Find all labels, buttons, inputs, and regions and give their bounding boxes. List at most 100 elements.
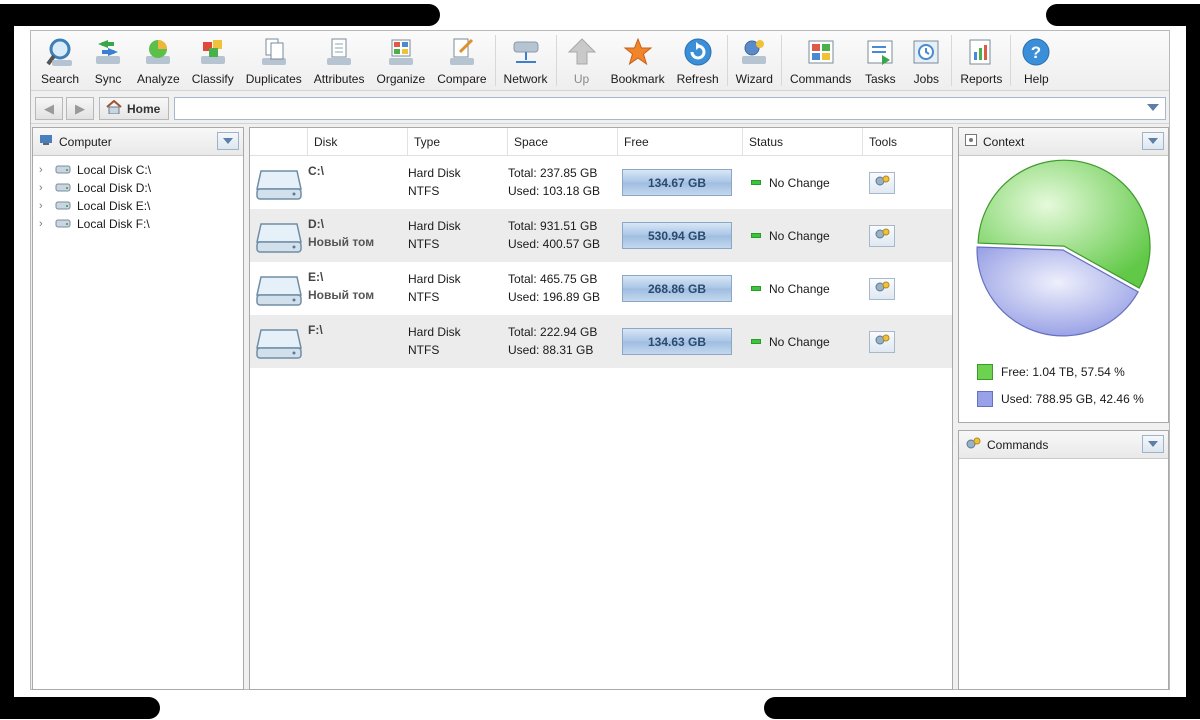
- help-button[interactable]: ? Help: [1013, 31, 1059, 90]
- organize-button[interactable]: Organize: [370, 31, 431, 90]
- back-button[interactable]: ◀: [35, 97, 63, 120]
- space-total: Total: 931.51 GB: [508, 219, 598, 233]
- star-icon: [621, 35, 655, 69]
- compare-button[interactable]: Compare: [431, 31, 492, 90]
- gears-icon: [874, 333, 890, 350]
- attributes-button[interactable]: Attributes: [308, 31, 371, 90]
- analyze-button[interactable]: Analyze: [131, 31, 186, 90]
- network-icon: [509, 35, 543, 69]
- classify-button[interactable]: Classify: [186, 31, 240, 90]
- compare-icon: [445, 35, 479, 69]
- legend-used-swatch: [977, 391, 993, 407]
- file-system: NTFS: [408, 237, 440, 251]
- hard-disk-icon: [250, 324, 308, 360]
- expand-chevron-icon[interactable]: ›: [39, 218, 49, 230]
- volume-label: Новый том: [308, 235, 375, 249]
- commands-button[interactable]: Commands: [784, 31, 857, 90]
- disk-tools-button[interactable]: [869, 224, 895, 247]
- context-panel-title: Context: [983, 134, 1025, 149]
- computer-panel: Computer › Local Disk C:\ › Local Disk D…: [32, 127, 244, 690]
- home-label: Home: [127, 101, 161, 116]
- expand-chevron-icon[interactable]: ›: [39, 164, 49, 176]
- disk-tools-button[interactable]: [869, 277, 895, 300]
- bookmark-button[interactable]: Bookmark: [605, 31, 671, 90]
- space-used: Used: 400.57 GB: [508, 237, 601, 251]
- tasks-button[interactable]: Tasks: [857, 31, 903, 90]
- compare-label: Compare: [437, 72, 487, 86]
- free-space-bar: 134.67 GB: [622, 169, 732, 196]
- column-header-disk[interactable]: Disk: [308, 128, 408, 155]
- usage-pie-chart: [976, 159, 1151, 337]
- legend-free-text: Free: 1.04 TB, 57.54 %: [1001, 365, 1125, 379]
- space-used: Used: 88.31 GB: [508, 343, 594, 357]
- table-row[interactable]: D:\ Новый том Hard Disk NTFS Total: 931.51…: [250, 209, 952, 262]
- file-system: NTFS: [408, 290, 440, 304]
- table-row[interactable]: E:\ Новый том Hard Disk NTFS Total: 465.75…: [250, 262, 952, 315]
- volume-label: Новый том: [308, 288, 375, 302]
- home-button[interactable]: Home: [99, 97, 169, 120]
- forward-button[interactable]: ▶: [66, 97, 94, 120]
- computer-panel-dropdown[interactable]: [217, 132, 239, 150]
- wizard-button[interactable]: Wizard: [730, 31, 779, 90]
- attributes-icon: [322, 35, 356, 69]
- disk-tools-button[interactable]: [869, 330, 895, 353]
- context-panel-dropdown[interactable]: [1142, 132, 1164, 150]
- computer-panel-title: Computer: [59, 134, 112, 149]
- forward-arrow-icon: ▶: [75, 100, 85, 116]
- gears-icon: [874, 227, 890, 244]
- attributes-label: Attributes: [313, 72, 365, 86]
- duplicates-button[interactable]: Duplicates: [240, 31, 308, 90]
- table-row[interactable]: F:\ Hard Disk NTFS Total: 222.94 GB Used: …: [250, 315, 952, 368]
- network-button[interactable]: Network: [498, 31, 554, 90]
- path-dropdown-icon[interactable]: [1147, 104, 1159, 111]
- tree-item-f[interactable]: › Local Disk F:\: [37, 215, 243, 233]
- bookmark-label: Bookmark: [610, 72, 665, 86]
- gears-icon: [874, 174, 890, 191]
- organize-icon: [384, 35, 418, 69]
- refresh-button[interactable]: Refresh: [671, 31, 725, 90]
- tree-item-e[interactable]: › Local Disk E:\: [37, 197, 243, 215]
- column-header-free[interactable]: Free: [618, 128, 743, 155]
- path-input[interactable]: [174, 97, 1166, 120]
- drive-tree: › Local Disk C:\ › Local Disk D:\ › Loca…: [33, 156, 243, 233]
- expand-chevron-icon[interactable]: ›: [39, 182, 49, 194]
- jobs-icon: [909, 35, 943, 69]
- column-header-status[interactable]: Status: [743, 128, 863, 155]
- tree-item-d[interactable]: › Local Disk D:\: [37, 179, 243, 197]
- analyze-label: Analyze: [137, 72, 180, 86]
- table-row[interactable]: C:\ Hard Disk NTFS Total: 237.85 GB Used: …: [250, 156, 952, 209]
- column-header-type[interactable]: Type: [408, 128, 508, 155]
- hard-disk-icon: [250, 165, 308, 201]
- computer-icon: [39, 134, 53, 149]
- jobs-label: Jobs: [913, 72, 939, 86]
- search-button[interactable]: Search: [35, 31, 85, 90]
- tree-item-c[interactable]: › Local Disk C:\: [37, 161, 243, 179]
- disk-name: F:\: [308, 323, 323, 337]
- tree-item-label: Local Disk C:\: [77, 163, 152, 177]
- commands-panel-dropdown[interactable]: [1142, 435, 1164, 453]
- file-system: NTFS: [408, 184, 440, 198]
- chevron-down-icon: [1148, 138, 1158, 144]
- svg-text:?: ?: [1031, 43, 1041, 62]
- duplicates-icon: [257, 35, 291, 69]
- commands-panel-title: Commands: [987, 437, 1049, 452]
- expand-chevron-icon[interactable]: ›: [39, 200, 49, 212]
- jobs-button[interactable]: Jobs: [903, 31, 949, 90]
- sync-button[interactable]: Sync: [85, 31, 131, 90]
- disk-tools-button[interactable]: [869, 171, 895, 194]
- gears-icon: [965, 436, 981, 453]
- wizard-label: Wizard: [735, 72, 773, 86]
- status-indicator-icon: [751, 233, 761, 238]
- reports-button[interactable]: Reports: [954, 31, 1008, 90]
- up-arrow-icon: [565, 35, 599, 69]
- up-button[interactable]: Up: [559, 31, 605, 90]
- chevron-down-icon: [223, 138, 233, 144]
- column-header-tools[interactable]: Tools: [863, 128, 943, 155]
- column-header-space[interactable]: Space: [508, 128, 618, 155]
- legend-used: Used: 788.95 GB, 42.46 %: [977, 391, 1144, 407]
- search-label: Search: [41, 72, 80, 86]
- space-total: Total: 222.94 GB: [508, 325, 598, 339]
- status-indicator-icon: [751, 180, 761, 185]
- up-label: Up: [573, 72, 590, 86]
- space-used: Used: 196.89 GB: [508, 290, 601, 304]
